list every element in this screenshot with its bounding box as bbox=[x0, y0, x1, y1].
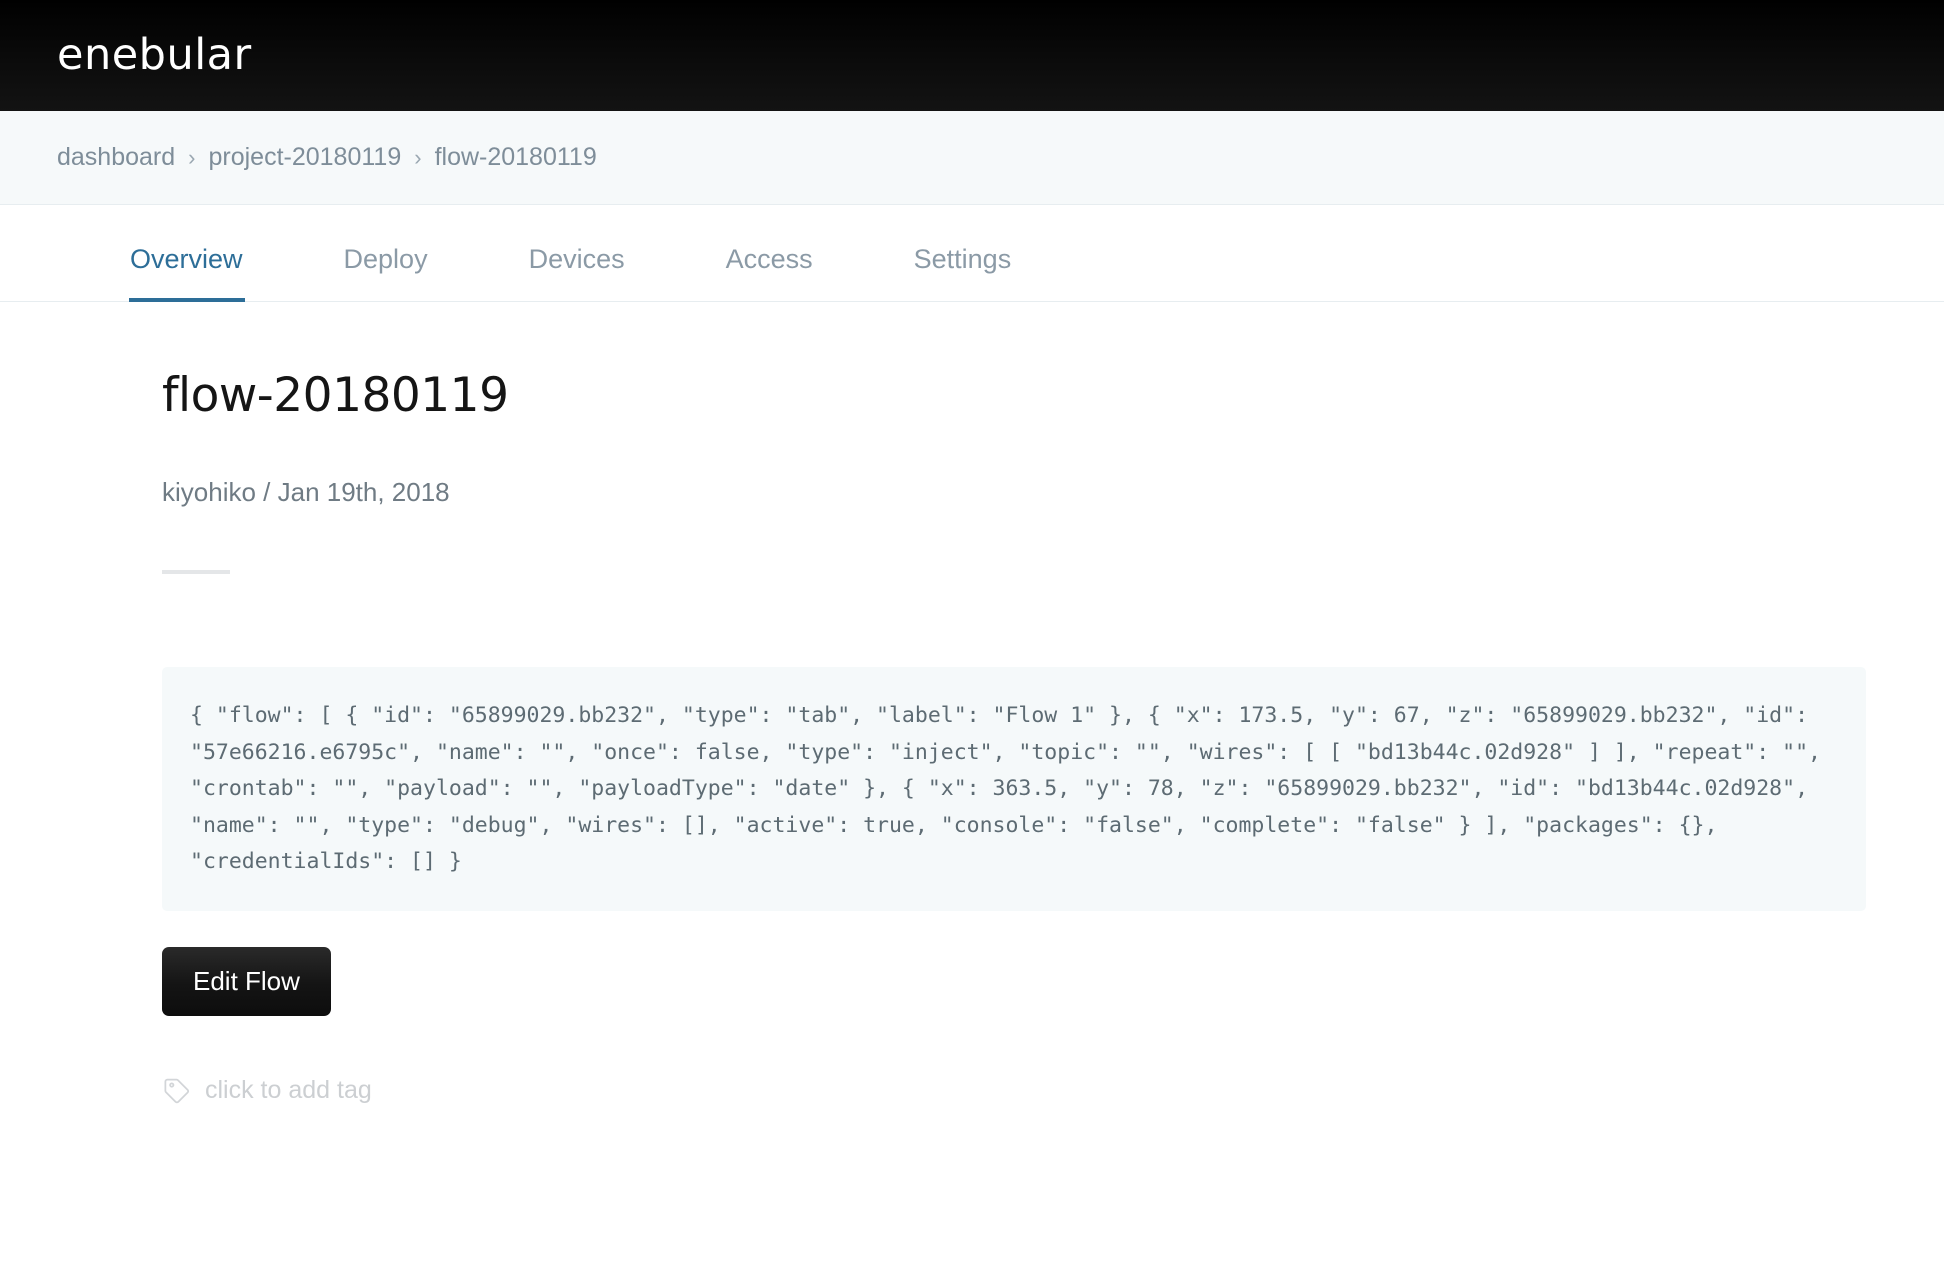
page-title: flow-20180119 bbox=[162, 368, 509, 423]
tab-deploy[interactable]: Deploy bbox=[344, 244, 428, 301]
breadcrumb-separator-icon: › bbox=[188, 144, 196, 170]
breadcrumb-item-dashboard[interactable]: dashboard bbox=[57, 143, 175, 172]
add-tag-row[interactable]: click to add tag bbox=[162, 1076, 392, 1106]
tab-devices[interactable]: Devices bbox=[529, 244, 625, 301]
enebular-logo[interactable]: enebular bbox=[57, 34, 252, 77]
breadcrumb-item-project[interactable]: project-20180119 bbox=[208, 143, 401, 172]
flow-json-code-block: { "flow": [ { "id": "65899029.bb232", "t… bbox=[162, 667, 1866, 911]
breadcrumb: dashboard › project-20180119 › flow-2018… bbox=[57, 143, 597, 172]
tab-access[interactable]: Access bbox=[726, 244, 813, 301]
tab-overview[interactable]: Overview bbox=[129, 244, 245, 302]
main-content: flow-20180119 kiyohiko / Jan 19th, 2018 … bbox=[0, 302, 1944, 1106]
breadcrumb-bar: dashboard › project-20180119 › flow-2018… bbox=[0, 111, 1944, 205]
tab-settings[interactable]: Settings bbox=[914, 244, 1012, 301]
add-tag-label: click to add tag bbox=[205, 1076, 372, 1104]
edit-flow-button[interactable]: Edit Flow bbox=[162, 946, 331, 1016]
tag-icon bbox=[162, 1076, 192, 1106]
section-divider bbox=[162, 570, 230, 574]
tab-bar: Overview Deploy Devices Access Settings bbox=[0, 205, 1944, 302]
breadcrumb-item-flow[interactable]: flow-20180119 bbox=[435, 143, 597, 172]
author-date-byline: kiyohiko / Jan 19th, 2018 bbox=[162, 477, 450, 507]
top-header-bar: enebular bbox=[0, 0, 1944, 111]
breadcrumb-separator-icon: › bbox=[414, 144, 422, 170]
